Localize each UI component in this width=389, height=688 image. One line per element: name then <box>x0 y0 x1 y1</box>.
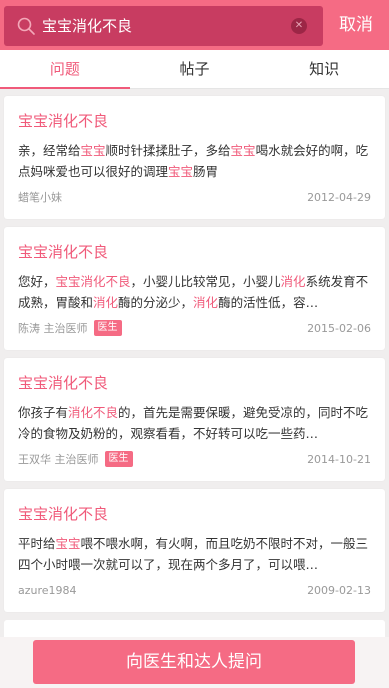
ask-doctor-button[interactable]: 向医生和达人提问 <box>33 640 355 684</box>
result-date: 2012-04-29 <box>307 190 371 204</box>
search-query-text: 宝宝消化不良 <box>42 17 133 35</box>
highlighted-keyword: 消化不良 <box>68 405 119 420</box>
result-excerpt: 你孩子有消化不良的，首先是需要保暖，避免受凉的，同时不吃冷的食物及奶粉的，观察看… <box>18 402 371 444</box>
excerpt-text: 你孩子有 <box>18 405 69 420</box>
result-date: 2014-10-21 <box>307 452 371 466</box>
highlighted-keyword: 消化 <box>280 274 306 289</box>
doctor-badge: 医生 <box>93 320 122 336</box>
result-excerpt: 亲，经常给宝宝顺时针揉揉肚子，多给宝宝喝水就会好的啊，吃点妈咪爱也可以很好的调理… <box>18 140 371 182</box>
highlighted-keyword: 宝宝 <box>80 143 106 158</box>
header-bar: 宝宝消化不良 ✕ 取消 <box>0 0 389 50</box>
highlighted-keyword: 宝宝 <box>230 143 256 158</box>
author-name: 陈涛 主治医师 <box>18 322 88 335</box>
result-date: 2009-02-13 <box>307 583 371 597</box>
clear-icon[interactable]: ✕ <box>291 18 307 34</box>
author-name: azure1984 <box>18 583 77 597</box>
cancel-button[interactable]: 取消 <box>323 0 389 50</box>
excerpt-text: 酶的分泌少， <box>118 295 194 310</box>
excerpt-text: 肠胃 <box>193 164 219 179</box>
excerpt-text: 平时给 <box>18 536 56 551</box>
excerpt-text: ，小婴儿比较常见，小婴儿 <box>130 274 281 289</box>
search-icon <box>17 17 35 35</box>
tab-questions[interactable]: 问题 <box>0 50 130 89</box>
search-input[interactable]: 宝宝消化不良 ✕ <box>4 6 323 46</box>
result-list: 宝宝消化不良 亲，经常给宝宝顺时针揉揉肚子，多给宝宝喝水就会好的啊，吃点妈咪爱也… <box>0 89 389 637</box>
tab-knowledge[interactable]: 知识 <box>259 50 389 88</box>
excerpt-text: 顺时针揉揉肚子，多给 <box>105 143 231 158</box>
author-name: 王双华 主治医师 <box>18 453 99 466</box>
result-card[interactable]: 宝宝消化不良 亲，经常给宝宝顺时针揉揉肚子，多给宝宝喝水就会好的啊，吃点妈咪爱也… <box>4 96 385 219</box>
result-title: 宝宝消化不良 <box>18 505 109 523</box>
result-meta: 蜡笔小妹 2012-04-29 <box>18 187 371 207</box>
result-excerpt: 平时给宝宝喂不喂水啊，有火啊，而且吃奶不限时不对，一般三四个小时喂一次就可以了，… <box>18 533 371 575</box>
result-title: 宝宝消化不良 <box>18 374 109 392</box>
highlighted-keyword: 宝宝 <box>55 536 81 551</box>
excerpt-text: 酶的活性低，容… <box>218 295 319 310</box>
highlighted-keyword: 宝宝 <box>168 164 194 179</box>
result-title: 宝宝消化不良 <box>18 243 109 261</box>
doctor-badge: 医生 <box>104 451 133 467</box>
result-meta: 王双华 主治医师 医生 2014-10-21 <box>18 449 371 469</box>
tab-posts[interactable]: 帖子 <box>130 50 260 88</box>
highlighted-keyword: 宝宝消化不良 <box>55 274 131 289</box>
result-meta: azure1984 2009-02-13 <box>18 580 371 600</box>
bottom-bar: 向医生和达人提问 <box>0 637 389 688</box>
result-card[interactable]: 宝宝消化不良 平时给宝宝喂不喂水啊，有火啊，而且吃奶不限时不对，一般三四个小时喂… <box>4 489 385 612</box>
result-date: 2015-02-06 <box>307 321 371 335</box>
result-card[interactable]: 宝宝消化不良 你孩子有消化不良的，首先是需要保暖，避免受凉的，同时不吃冷的食物及… <box>4 358 385 481</box>
excerpt-text: 亲，经常给 <box>18 143 81 158</box>
result-excerpt: 您好，宝宝消化不良，小婴儿比较常见，小婴儿消化系统发育不成熟，胃酸和消化酶的分泌… <box>18 271 371 313</box>
result-meta: 陈涛 主治医师 医生 2015-02-06 <box>18 318 371 338</box>
excerpt-text: 您好， <box>18 274 56 289</box>
result-card-partial[interactable] <box>4 620 385 637</box>
highlighted-keyword: 消化 <box>93 295 119 310</box>
result-title: 宝宝消化不良 <box>18 112 109 130</box>
tab-bar: 问题 帖子 知识 <box>0 50 389 89</box>
result-card[interactable]: 宝宝消化不良 您好，宝宝消化不良，小婴儿比较常见，小婴儿消化系统发育不成熟，胃酸… <box>4 227 385 350</box>
author-name: 蜡笔小妹 <box>18 191 62 204</box>
highlighted-keyword: 消化 <box>193 295 219 310</box>
